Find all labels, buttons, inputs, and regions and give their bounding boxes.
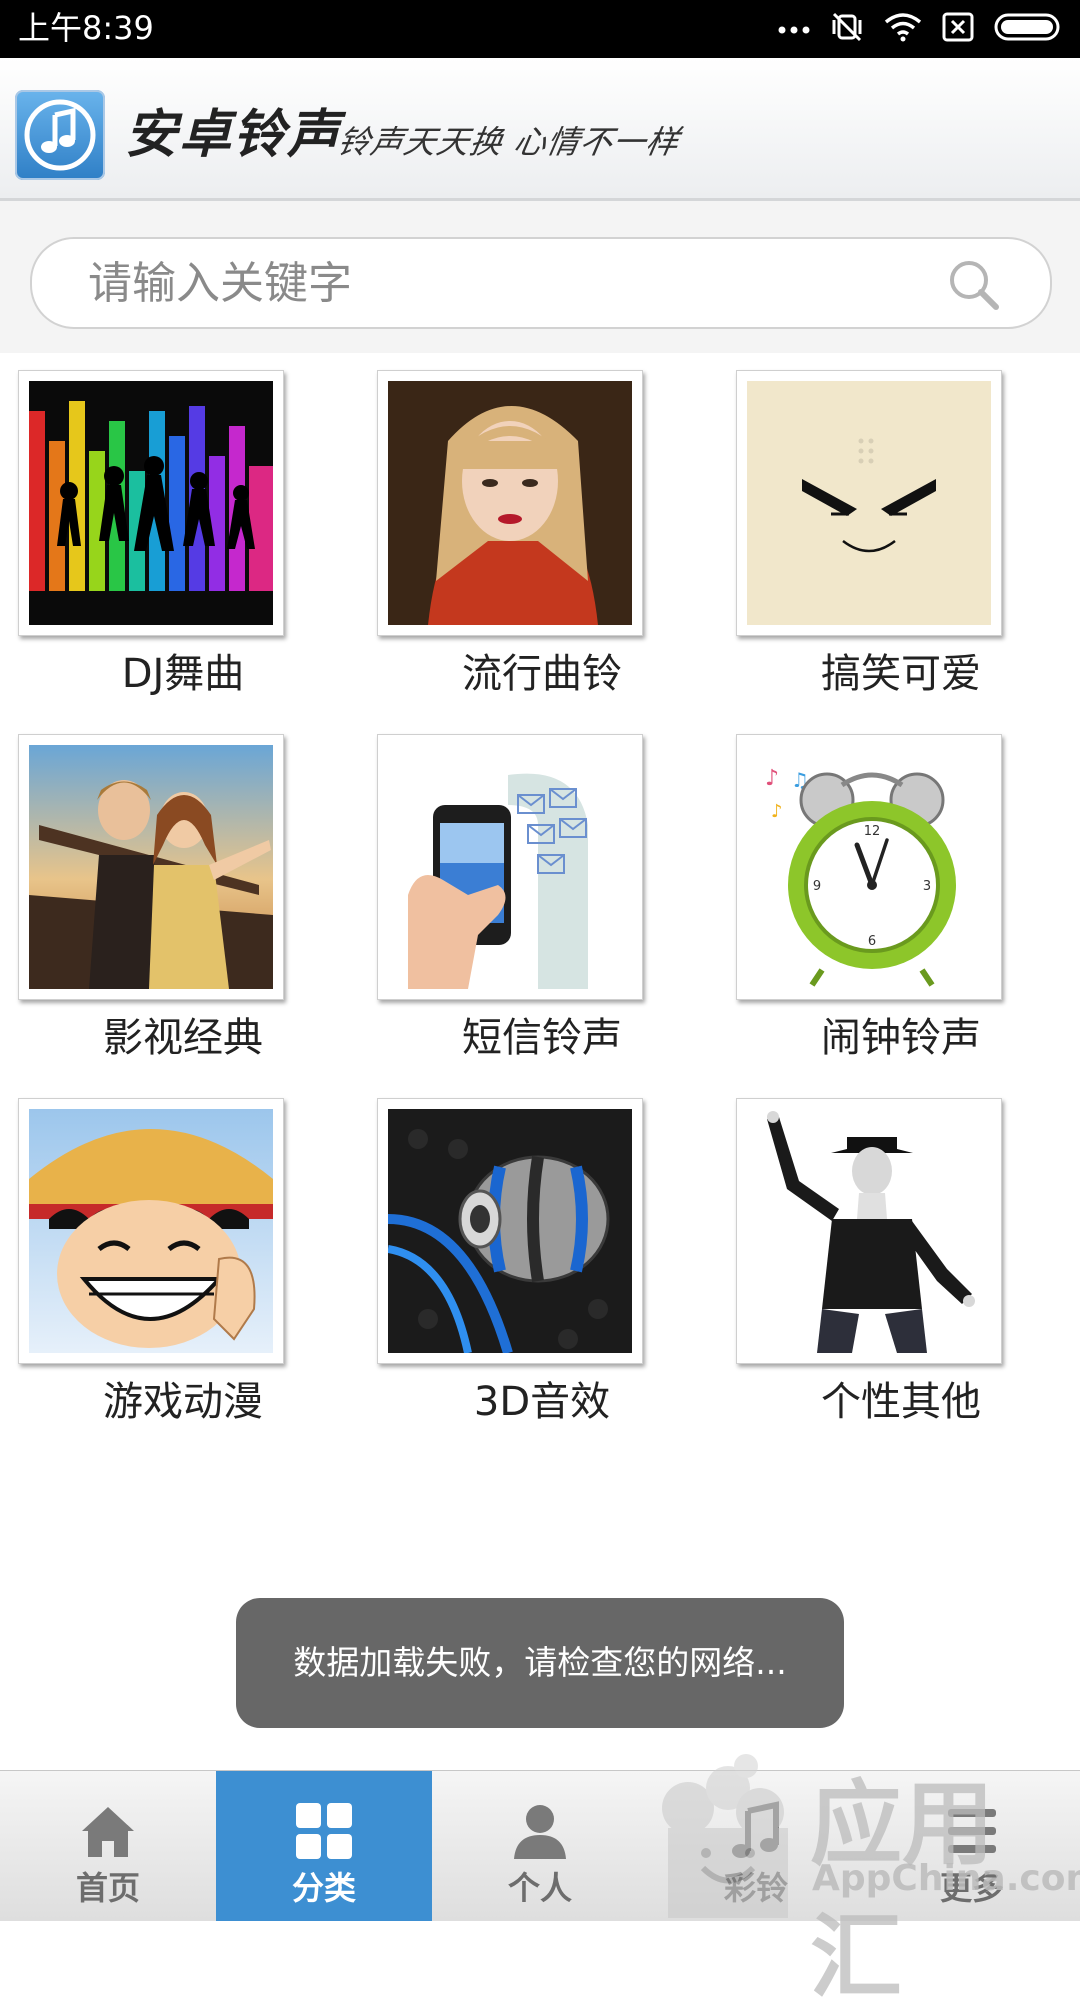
category-label: 影视经典 xyxy=(103,1015,263,1061)
category-thumb[interactable] xyxy=(18,370,284,636)
search-icon[interactable] xyxy=(946,257,1002,313)
search-box[interactable] xyxy=(30,237,1052,329)
music-note-icon xyxy=(24,99,96,171)
category-thumb[interactable] xyxy=(18,734,284,1000)
category-thumb[interactable]: ♪ ♫ ♪ 12 3 6 9 xyxy=(736,734,1002,1000)
category-thumb[interactable] xyxy=(377,1098,643,1364)
category-label: 闹钟铃声 xyxy=(821,1015,981,1061)
category-thumb[interactable] xyxy=(736,1098,1002,1364)
alarm-clock-image: ♪ ♫ ♪ 12369 xyxy=(747,745,991,989)
tab-personal[interactable]: 个人 xyxy=(432,1771,648,1921)
category-label: 短信铃声 xyxy=(462,1015,622,1061)
search-input[interactable] xyxy=(86,253,940,313)
3d-sphere-image xyxy=(388,1109,632,1353)
pop-singer-image xyxy=(388,381,632,625)
svg-text:♪: ♪ xyxy=(771,801,783,822)
sim-icon xyxy=(942,12,974,46)
category-label: 流行曲铃 xyxy=(462,651,622,697)
watermark-logo-icon xyxy=(662,1754,788,1918)
category-label: 游戏动漫 xyxy=(103,1379,263,1425)
grid-icon xyxy=(296,1803,352,1859)
app-slogan: 铃声天天换 心情不一样 xyxy=(334,123,683,161)
category-thumb[interactable] xyxy=(377,370,643,636)
tab-category[interactable]: 分类 xyxy=(216,1771,432,1921)
status-time: 上午8:39 xyxy=(18,9,154,47)
category-label: DJ舞曲 xyxy=(121,651,245,697)
status-bar: 上午8:39 xyxy=(0,0,1080,58)
search-area xyxy=(0,201,1080,353)
funny-face-image xyxy=(747,381,991,625)
category-thumb[interactable] xyxy=(18,1098,284,1364)
person-icon xyxy=(514,1805,566,1859)
category-label: 搞笑可爱 xyxy=(821,651,981,697)
tab-label: 分类 xyxy=(291,1869,356,1907)
app-title: 安卓铃声 xyxy=(125,105,342,165)
svg-text:6: 6 xyxy=(868,934,876,949)
watermark-subtext: AppChina.com xyxy=(812,1858,1080,1899)
app-header: 安卓铃声 铃声天天换 心情不一样 xyxy=(0,58,1080,201)
error-toast: 数据加载失败，请检查您的网络... xyxy=(236,1598,844,1728)
svg-text:3: 3 xyxy=(923,879,931,894)
dj-dance-image xyxy=(29,381,273,625)
tab-label: 个人 xyxy=(507,1869,572,1907)
tab-home[interactable]: 首页 xyxy=(0,1771,216,1921)
sms-phone-image xyxy=(388,745,632,989)
category-thumb[interactable] xyxy=(736,370,1002,636)
app-logo xyxy=(15,90,105,180)
wifi-icon xyxy=(884,12,922,46)
tab-label: 首页 xyxy=(75,1869,140,1907)
status-icons xyxy=(778,10,1064,48)
anime-character-image xyxy=(29,1109,273,1353)
svg-text:♪: ♪ xyxy=(765,766,779,791)
home-icon xyxy=(82,1807,134,1857)
movie-classic-image xyxy=(29,745,273,989)
svg-text:9: 9 xyxy=(813,879,821,894)
more-dots-icon xyxy=(778,20,810,39)
dancer-image xyxy=(747,1109,991,1353)
category-thumb[interactable] xyxy=(377,734,643,1000)
category-label: 个性其他 xyxy=(821,1379,981,1425)
vibrate-off-icon xyxy=(830,10,864,48)
category-label: 3D音效 xyxy=(473,1379,611,1425)
svg-text:12: 12 xyxy=(864,824,881,839)
battery-icon xyxy=(994,13,1064,45)
